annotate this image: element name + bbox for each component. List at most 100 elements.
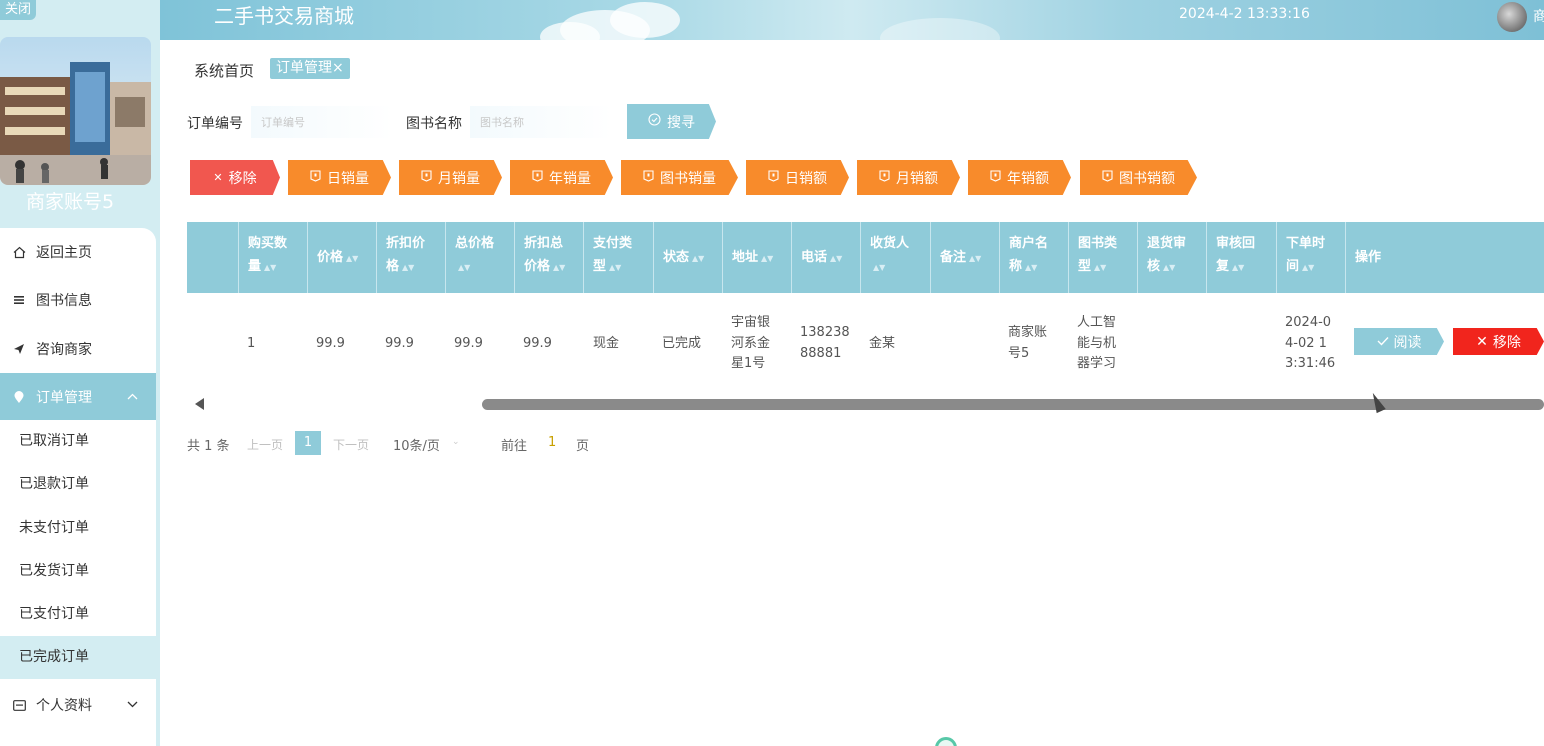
close-icon: ✕ [1476, 333, 1488, 350]
col-payment-type[interactable]: 支付类型 ▲▼ [583, 222, 653, 293]
location-pin-icon [12, 390, 26, 404]
search-button-label: 搜寻 [667, 114, 695, 131]
cell-line: 河系金 [731, 335, 771, 351]
cell-phone: 138238 88881 [800, 323, 850, 364]
close-icon: ✕ [213, 171, 223, 184]
col-title: 操作 [1355, 250, 1382, 265]
merchant-avatar [0, 37, 151, 185]
col-title: 地址 [732, 250, 759, 265]
pagination-goto-label: 前往 [501, 439, 528, 454]
col-order-time[interactable]: 下单时间 ▲▼ [1276, 222, 1345, 293]
pagination-total: 共 1 条 [187, 439, 230, 454]
search-button[interactable]: 搜寻 [627, 104, 716, 139]
col-total-price[interactable]: 总价格 ▲▼ [445, 222, 514, 293]
sub-item-shipped[interactable]: 已发货订单 [0, 550, 156, 593]
sub-item-completed[interactable]: 已完成订单 [0, 636, 156, 679]
read-button[interactable]: 阅读 [1354, 328, 1444, 355]
pagination-goto-input[interactable]: 1 [548, 435, 556, 450]
monthly-sales-amount-button[interactable]: 月销额 [857, 160, 960, 195]
sub-item-unpaid[interactable]: 未支付订单 [0, 507, 156, 550]
col-title-2: 型 [1078, 259, 1092, 274]
sort-icon: ▲▼ [1232, 263, 1245, 272]
pagination-page-1[interactable]: 1 [295, 431, 321, 455]
user-name[interactable]: 商 [1533, 6, 1544, 26]
bulk-remove-button[interactable]: ✕ 移除 [190, 160, 280, 195]
col-phone[interactable]: 电话 ▲▼ [791, 222, 860, 293]
pagination-prev[interactable]: 上一页 [247, 436, 283, 453]
col-return-review[interactable]: 退货审核 ▲▼ [1137, 222, 1206, 293]
yearly-sales-amount-button[interactable]: 年销额 [968, 160, 1071, 195]
scroll-left-arrow-icon[interactable] [195, 398, 204, 410]
col-title: 退货审 [1147, 236, 1187, 251]
sort-icon: ▲▼ [264, 263, 277, 272]
cell-line: 星1号 [731, 356, 766, 371]
col-title: 折扣总 [524, 236, 564, 251]
sort-icon: ▲▼ [346, 254, 359, 263]
floating-assistant-icon[interactable] [935, 737, 957, 746]
list-icon [12, 293, 26, 307]
check-circle-icon [648, 113, 661, 130]
chart-icon [532, 170, 543, 185]
col-status[interactable]: 状态 ▲▼ [653, 222, 722, 293]
chart-icon [1102, 170, 1113, 185]
sort-icon: ▲▼ [830, 254, 843, 263]
order-no-input[interactable] [251, 106, 393, 138]
col-title: 购买数 [248, 236, 288, 251]
col-actions: 操作 [1345, 222, 1544, 293]
row-remove-button[interactable]: ✕ 移除 [1453, 328, 1544, 355]
col-book-type[interactable]: 图书类型 ▲▼ [1068, 222, 1137, 293]
pagination-next[interactable]: 下一页 [333, 436, 369, 453]
yearly-sales-qty-button[interactable]: 年销量 [510, 160, 613, 195]
col-title: 状态 [663, 250, 690, 265]
close-button[interactable]: 关闭 [0, 0, 36, 20]
menu-item-profile[interactable]: 个人资料 [0, 681, 156, 729]
cell-payment-type: 现金 [593, 336, 620, 351]
daily-sales-amount-button[interactable]: 日销额 [746, 160, 849, 195]
col-title-2: 称 [1009, 259, 1023, 274]
cell-discount-total: 99.9 [523, 336, 552, 351]
col-title: 电话 [801, 250, 828, 265]
user-avatar[interactable] [1497, 2, 1527, 32]
cell-price: 99.9 [316, 336, 345, 351]
col-discount-total[interactable]: 折扣总 价格 ▲▼ [514, 222, 583, 293]
cell-line: 能与机 [1077, 335, 1117, 351]
cell-line: 2024-0 [1285, 315, 1332, 330]
menu-item-home[interactable]: 返回主页 [0, 228, 156, 276]
col-discount-price[interactable]: 折扣价格 ▲▼ [376, 222, 445, 293]
breadcrumb-tag-order-management[interactable]: 订单管理× [270, 58, 350, 79]
col-address[interactable]: 地址 ▲▼ [722, 222, 791, 293]
col-quantity[interactable]: 购买数量 ▲▼ [238, 222, 307, 293]
col-merchant[interactable]: 商户名称 ▲▼ [999, 222, 1068, 293]
col-title: 价格 [317, 250, 344, 265]
pagination-page-unit: 页 [576, 439, 590, 454]
col-price[interactable]: 价格 ▲▼ [307, 222, 376, 293]
col-title-2: 核 [1147, 259, 1161, 274]
sub-item-cancelled[interactable]: 已取消订单 [0, 420, 156, 463]
book-sales-qty-button[interactable]: 图书销量 [621, 160, 738, 195]
menu-item-consult[interactable]: 咨询商家 [0, 325, 156, 373]
bulk-remove-label: 移除 [228, 170, 257, 187]
sub-item-paid[interactable]: 已支付订单 [0, 593, 156, 636]
monthly-sales-qty-button[interactable]: 月销量 [399, 160, 502, 195]
menu-item-book-info[interactable]: 图书信息 [0, 276, 156, 324]
daily-sales-amount-label: 日销额 [785, 170, 827, 187]
col-title: 收货人 [870, 236, 910, 251]
menu-item-order-management[interactable]: 订单管理 [0, 373, 156, 421]
book-sales-amount-button[interactable]: 图书销额 [1080, 160, 1197, 195]
daily-sales-qty-button[interactable]: 日销量 [288, 160, 391, 195]
page-size-select[interactable]: 10条/页 [393, 435, 440, 454]
select-column-header[interactable] [187, 222, 238, 293]
menu-item-label: 咨询商家 [36, 342, 92, 358]
col-receiver[interactable]: 收货人 ▲▼ [860, 222, 930, 293]
sub-item-refunded[interactable]: 已退款订单 [0, 463, 156, 506]
col-remark[interactable]: 备注 ▲▼ [930, 222, 999, 293]
col-review-reply[interactable]: 审核回复 ▲▼ [1206, 222, 1276, 293]
chevron-down-icon [127, 697, 138, 711]
chevron-up-icon [127, 389, 138, 403]
breadcrumb-home[interactable]: 系统首页 [194, 60, 254, 81]
sort-icon: ▲▼ [553, 263, 566, 272]
home-icon [12, 245, 26, 259]
monthly-sales-amount-label: 月销额 [896, 170, 938, 187]
menu-item-label: 订单管理 [36, 390, 92, 406]
book-name-input[interactable] [470, 106, 612, 138]
